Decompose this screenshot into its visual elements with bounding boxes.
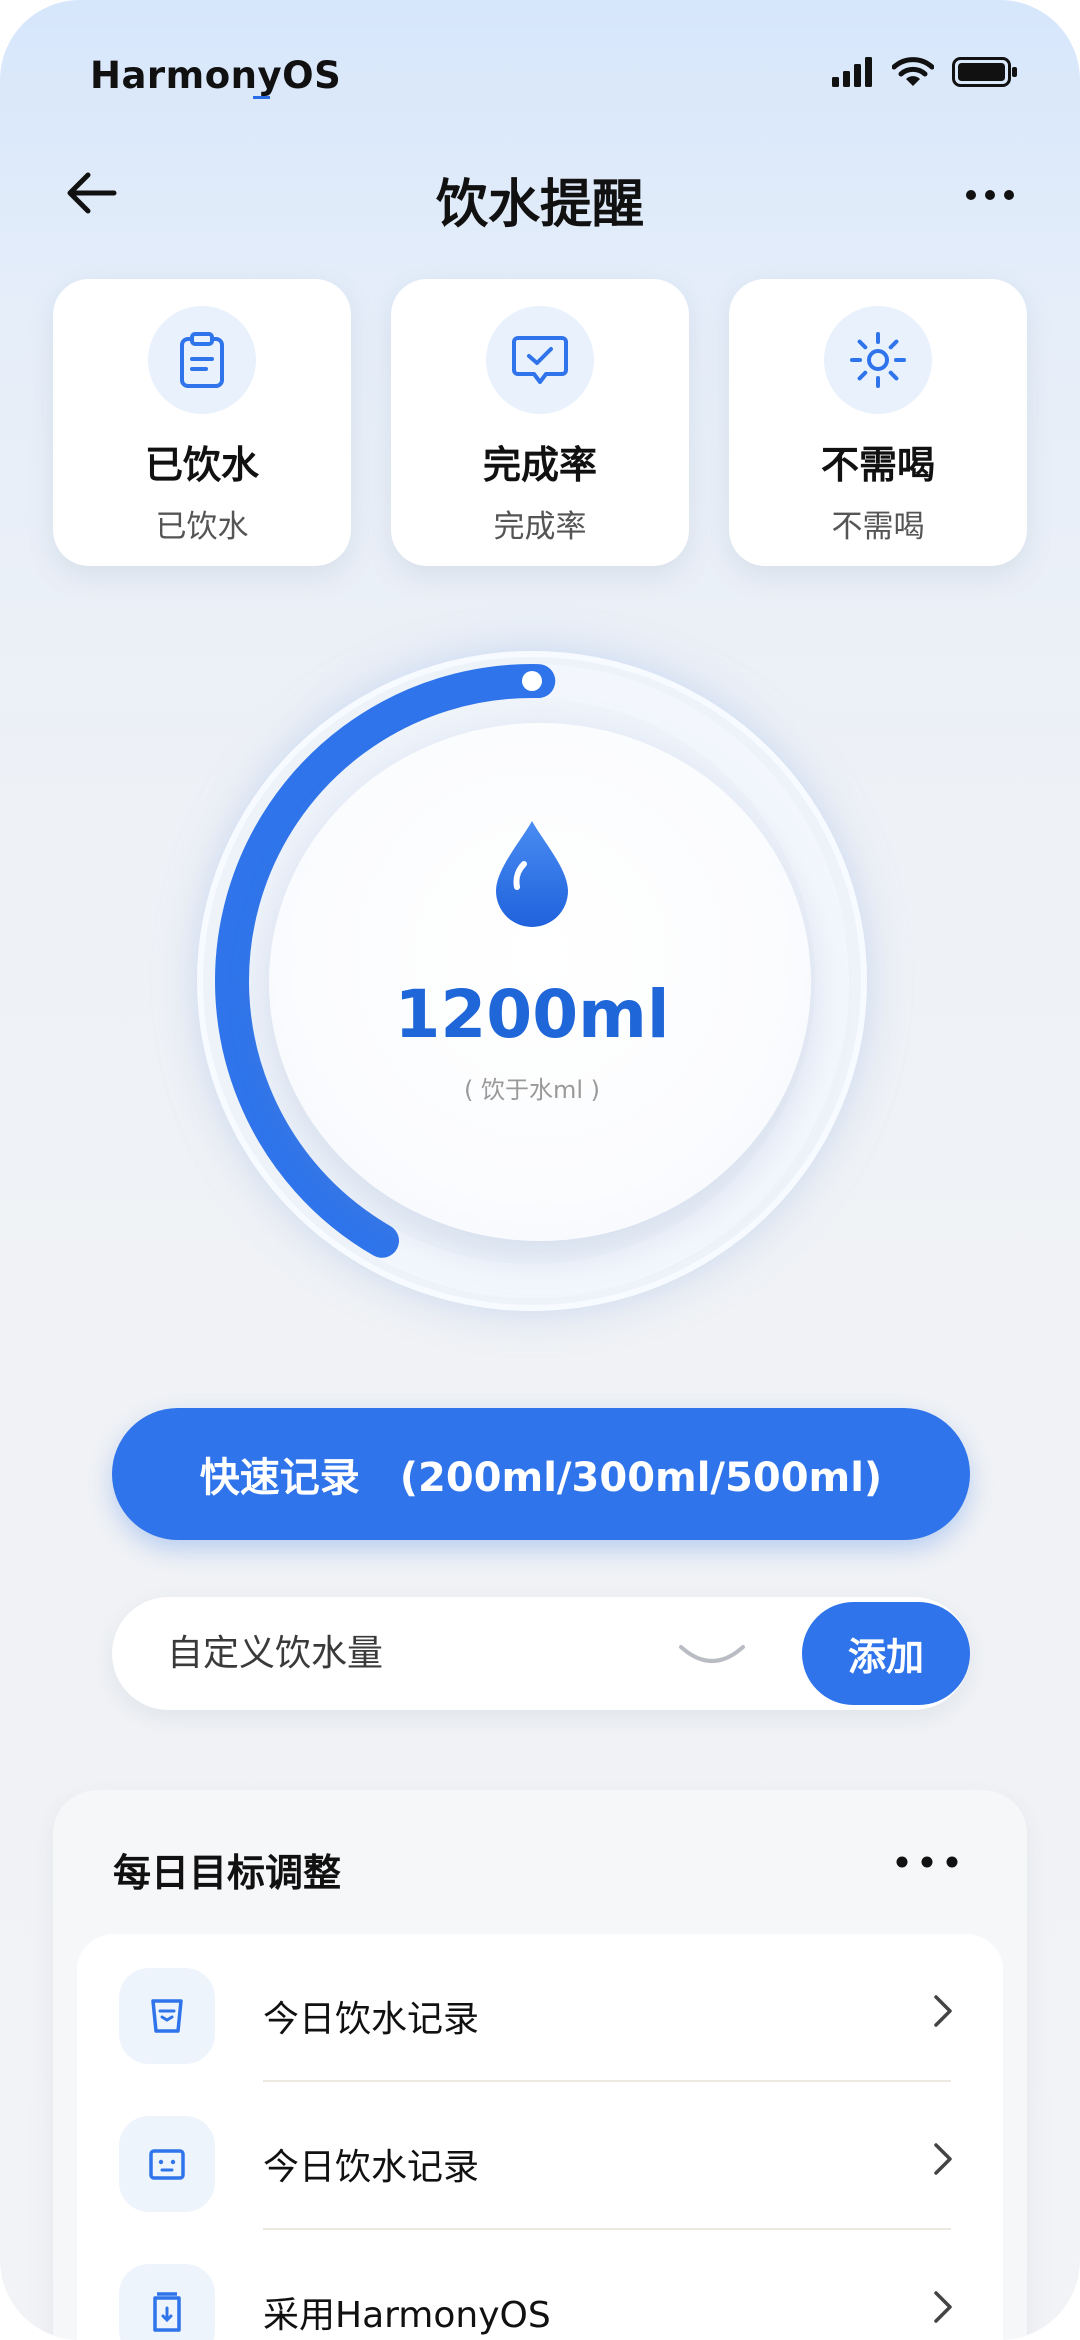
list-item[interactable]: 今日饮水记录 bbox=[77, 2082, 1003, 2230]
more-horizontal-icon bbox=[895, 1854, 959, 1873]
stat-card-title: 不需喝 bbox=[820, 443, 935, 487]
stat-card-title: 完成率 bbox=[482, 443, 597, 487]
add-button[interactable]: 添加 bbox=[802, 1602, 970, 1705]
page-title: 饮水提醒 bbox=[435, 175, 644, 235]
bottle-icon bbox=[119, 2264, 215, 2340]
water-progress-ring: 1200ml ( 饮于水ml ) bbox=[197, 651, 867, 1311]
quick-record-button[interactable]: 快速记录 (200ml/300ml/500ml) bbox=[112, 1408, 970, 1540]
stat-card-drunk[interactable]: 已饮水 已饮水 bbox=[53, 279, 351, 566]
custom-amount-input[interactable] bbox=[167, 1597, 667, 1710]
chevron-down-icon[interactable] bbox=[677, 1641, 747, 1671]
wifi-icon bbox=[891, 56, 935, 92]
stat-card-subtitle: 已饮水 bbox=[155, 509, 249, 545]
status-bar: HarmonyOS bbox=[0, 0, 1080, 150]
stat-card-completion[interactable]: 完成率 完成率 bbox=[391, 279, 689, 566]
os-name-accent bbox=[253, 96, 270, 99]
custom-amount-row: 添加 bbox=[112, 1597, 970, 1710]
water-amount-caption: ( 饮于水ml ) bbox=[463, 1076, 601, 1104]
cup-icon bbox=[119, 1968, 215, 2064]
stat-card-no-need[interactable]: 不需喝 不需喝 bbox=[729, 279, 1027, 566]
progress-knob bbox=[522, 671, 542, 691]
list-item-label: 今日饮水记录 bbox=[263, 2147, 480, 2188]
list-item[interactable]: 采用HarmonyOS bbox=[77, 2230, 1003, 2340]
battery-icon bbox=[952, 57, 1018, 91]
list-item[interactable]: 今日饮水记录 bbox=[77, 1934, 1003, 2082]
list-item-label: 采用HarmonyOS bbox=[263, 2295, 551, 2336]
glass-icon bbox=[119, 2116, 215, 2212]
goal-more-button[interactable] bbox=[887, 1838, 967, 1888]
chat-check-icon bbox=[486, 306, 594, 414]
chevron-right-icon bbox=[933, 1994, 953, 2032]
stat-card-subtitle: 不需喝 bbox=[831, 509, 925, 545]
stat-card-title: 已饮水 bbox=[144, 443, 259, 487]
list-item-label: 今日饮水记录 bbox=[263, 1999, 480, 2040]
header: 饮水提醒 bbox=[0, 150, 1080, 240]
more-button[interactable] bbox=[950, 160, 1030, 230]
os-name: HarmonyOS bbox=[90, 54, 342, 97]
status-icons bbox=[832, 56, 1018, 92]
goal-title: 每日目标调整 bbox=[113, 1851, 342, 1895]
more-horizontal-icon bbox=[965, 186, 1015, 205]
stat-card-subtitle: 完成率 bbox=[493, 509, 587, 545]
phone-screen: HarmonyOS 饮水提醒 已饮水 已饮水 完成率 完成率 不需喝 不需喝 1… bbox=[0, 0, 1080, 2340]
goal-list: 今日饮水记录 今日饮水记录 采用HarmonyOS bbox=[77, 1934, 1003, 2340]
clipboard-icon bbox=[148, 306, 256, 414]
stat-cards: 已饮水 已饮水 完成率 完成率 不需喝 不需喝 bbox=[53, 279, 1027, 566]
water-amount: 1200ml bbox=[394, 976, 670, 1053]
chevron-right-icon bbox=[933, 2290, 953, 2328]
sun-icon bbox=[824, 306, 932, 414]
signal-icon bbox=[832, 57, 874, 91]
water-drop-icon bbox=[491, 817, 573, 937]
chevron-right-icon bbox=[933, 2142, 953, 2180]
daily-goal-panel: 每日目标调整 今日饮水记录 今日饮水记录 采用HarmonyOS bbox=[53, 1790, 1027, 2340]
